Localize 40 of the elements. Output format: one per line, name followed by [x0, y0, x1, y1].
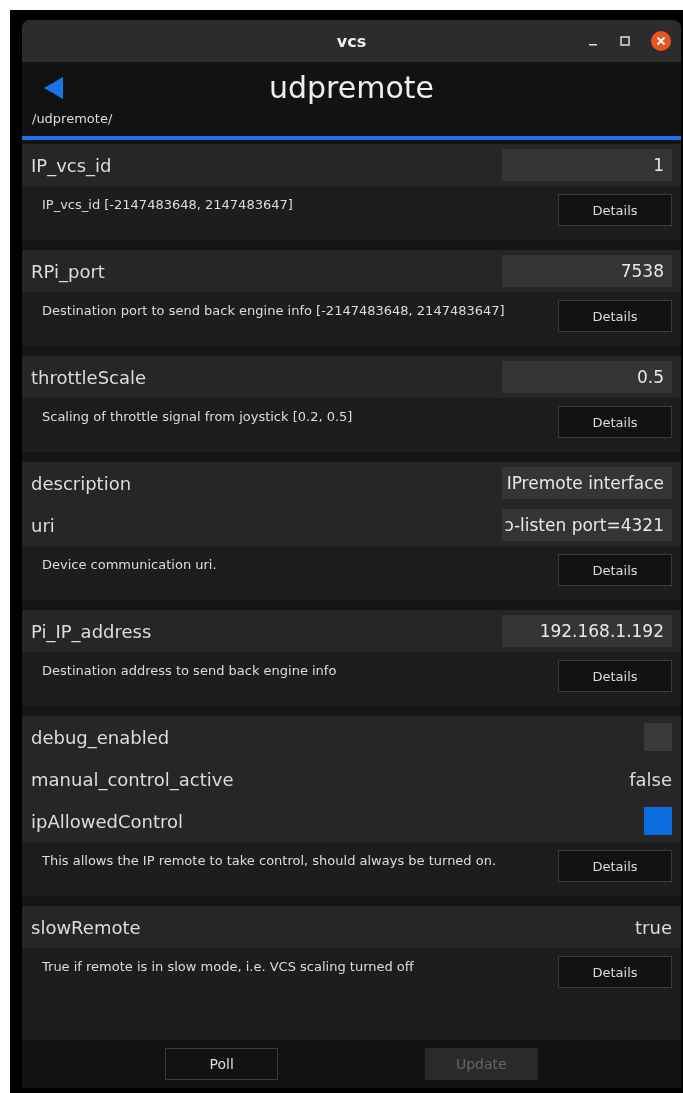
- value-field[interactable]: 192.168.1.192: [502, 615, 672, 647]
- description-text: IP_vcs_id [-2147483648, 2147483647]: [42, 196, 293, 212]
- details-button[interactable]: Details: [558, 406, 672, 438]
- parameter-name: uri: [31, 514, 55, 536]
- poll-button[interactable]: Poll: [165, 1048, 279, 1080]
- details-button[interactable]: Details: [558, 300, 672, 332]
- parameter-name: debug_enabled: [31, 726, 170, 748]
- details-button[interactable]: Details: [558, 554, 672, 586]
- parameter-name: IP_vcs_id: [31, 154, 112, 176]
- parameter-name: description: [31, 472, 132, 494]
- description-text: Destination port to send back engine info [-2147483648, 2147483647]: [42, 302, 505, 318]
- back-arrow-icon[interactable]: [44, 76, 64, 99]
- window-title: vcs: [335, 31, 368, 51]
- details-button[interactable]: Details: [558, 194, 672, 226]
- details-button[interactable]: Details: [558, 850, 672, 882]
- description-text: Destination address to send back engine info: [42, 662, 337, 678]
- value-field[interactable]: 0.5: [502, 361, 672, 393]
- value-field[interactable]: 1: [502, 149, 672, 181]
- checkbox[interactable]: [644, 807, 672, 835]
- parameter-value: true: [635, 916, 672, 938]
- value-field[interactable]: 7538: [502, 255, 672, 287]
- details-button[interactable]: Details: [558, 660, 672, 692]
- parameter-name: slowRemote: [31, 916, 141, 938]
- parameter-name: manual_control_active: [31, 768, 234, 790]
- parameter-name: RPi_port: [31, 260, 105, 282]
- description-text: Scaling of throttle signal from joystick [0.2, 0.5]: [42, 408, 353, 424]
- value-field[interactable]: ɔ-listen port=4321: [502, 509, 672, 541]
- parameter-value: false: [629, 768, 672, 790]
- description-text: This allows the IP remote to take control, should always be turned on.: [42, 852, 497, 868]
- parameter-name: ipAllowedControl: [31, 810, 184, 832]
- parameter-name: Pi_IP_address: [31, 620, 152, 642]
- path-label: /udpremote/: [32, 111, 114, 126]
- page-title: udpremote: [268, 70, 435, 105]
- parameter-name: throttleScale: [31, 366, 147, 388]
- close-icon[interactable]: [651, 31, 671, 51]
- description-text: True if remote is in slow mode, i.e. VCS scaling turned off: [42, 958, 414, 974]
- details-button[interactable]: Details: [558, 956, 672, 988]
- maximize-icon[interactable]: [619, 35, 631, 47]
- description-text: Device communication uri.: [42, 556, 217, 572]
- value-field[interactable]: IPremote interface: [502, 467, 672, 499]
